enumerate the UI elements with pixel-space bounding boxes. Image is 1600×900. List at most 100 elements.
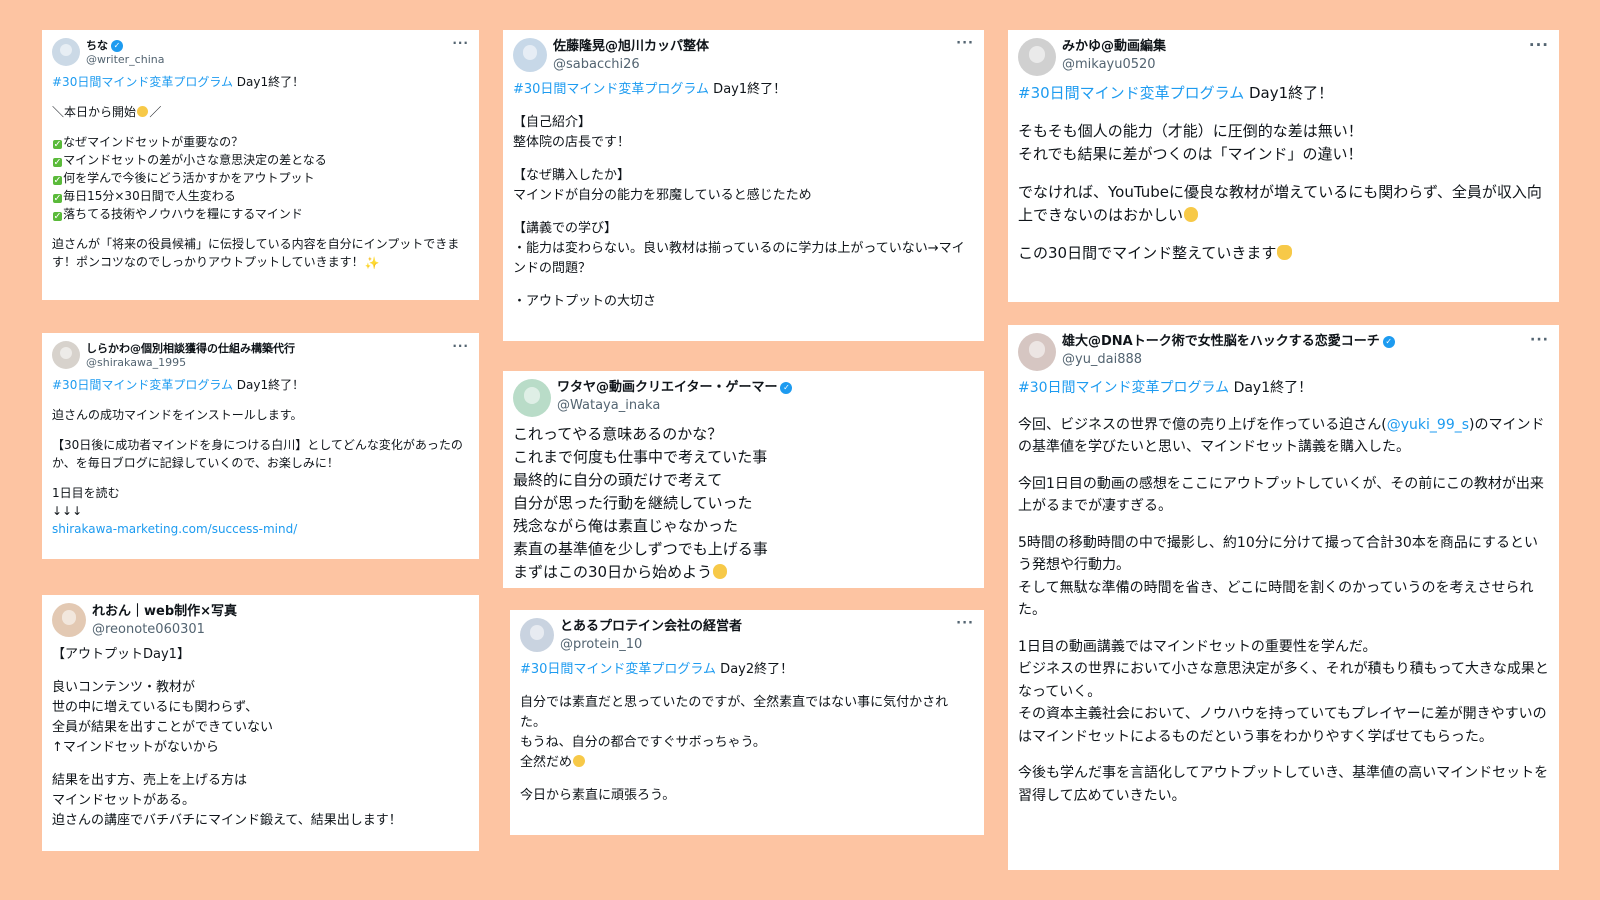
avatar[interactable]	[1018, 333, 1056, 371]
text-segment: 整体院の店長です！	[513, 135, 631, 150]
user-handle[interactable]: @reonote060301	[92, 621, 237, 639]
user-handle[interactable]: @shirakawa_1995	[86, 356, 295, 370]
more-options-icon[interactable]: ···	[452, 337, 469, 355]
user-names: とあるプロテイン会社の経営者 @protein_10	[560, 618, 742, 654]
user-handle[interactable]: @Wataya_inaka	[557, 397, 792, 415]
more-options-icon[interactable]: ···	[956, 34, 974, 54]
hashtag-link[interactable]: #30日間マインド変革プログラム	[1018, 380, 1229, 396]
tweet-line: ・能力は変わらない。良い教材は揃っているのに学力は上がっていない→マインドの問題…	[513, 239, 974, 279]
text-segment: 何を学んで今後にどう活かすかをアウトプット	[63, 171, 315, 185]
user-handle[interactable]: @writer_china	[86, 53, 164, 67]
display-name[interactable]: しらかわ@個別相談獲得の仕組み構築代行	[86, 341, 295, 356]
tweet-card[interactable]: 佐藤隆晃@旭川カッパ整体 @sabacchi26 ··· #30日間マインド変革プログ…	[503, 30, 984, 341]
avatar[interactable]	[513, 379, 551, 417]
tweet-line: 全員が結果を出すことができていない	[52, 718, 469, 738]
text-segment: ビジネスの世界において小さな意思決定が多く、それが積もり積もって大きな成果となっ…	[1018, 661, 1549, 700]
user-handle[interactable]: @sabacchi26	[553, 56, 709, 74]
tweet-text: #30日間マインド変革プログラム Day1終了！ そもそも個人の能力（才能）に圧倒…	[1018, 82, 1549, 265]
text-segment: ／	[149, 105, 162, 119]
text-segment: そもそも個人の能力（才能）に圧倒的な差は無い！	[1018, 122, 1363, 140]
text-segment: まずはこの30日から始めよう	[513, 563, 713, 581]
display-name[interactable]: とあるプロテイン会社の経営者	[560, 618, 742, 636]
display-name[interactable]: ちな ✓	[86, 38, 164, 53]
tweet-card[interactable]: れおん｜web制作×写真 @reonote060301 【アウトプットDay1】 良い…	[42, 595, 479, 851]
tweet-text: #30日間マインド変革プログラム Day1終了！ ＼本日から開始／ ✓ なぜマインドセ…	[52, 73, 469, 271]
text-link[interactable]: shirakawa-marketing.com/success-mind/	[52, 522, 297, 536]
display-name-text: みかゆ@動画編集	[1062, 39, 1167, 54]
face-emoji-icon	[713, 564, 728, 579]
user-handle[interactable]: @protein_10	[560, 636, 742, 654]
text-segment: なぜマインドセットが重要なの？	[63, 135, 244, 149]
text-segment: 今日から素直に頑張ろう。	[520, 788, 676, 803]
tweet-card[interactable]: しらかわ@個別相談獲得の仕組み構築代行 @shirakawa_1995 ··· #30…	[42, 333, 479, 559]
display-name[interactable]: 佐藤隆晃@旭川カッパ整体	[553, 38, 709, 56]
tweet-line: 【自己紹介】	[513, 113, 974, 133]
avatar[interactable]	[1018, 38, 1056, 76]
tweet-line: ✓ 何を学んで今後にどう活かすかをアウトプット	[52, 169, 469, 187]
text-segment: Day1終了！	[1229, 380, 1313, 396]
tweet-card[interactable]: 雄大@DNAトーク術で女性脳をハックする恋愛コーチ ✓ @yu_dai888 ··· #…	[1008, 325, 1559, 870]
display-name[interactable]: 雄大@DNAトーク術で女性脳をハックする恋愛コーチ ✓	[1062, 333, 1395, 351]
avatar[interactable]	[52, 341, 80, 369]
text-segment: 今回1日目の動画の感想をここにアウトプットしていくが、その前にこの教材が出来上が…	[1018, 475, 1544, 515]
avatar[interactable]	[520, 618, 554, 652]
user-names: みかゆ@動画編集 @mikayu0520	[1062, 38, 1166, 74]
check-emoji-icon: ✓	[53, 156, 63, 168]
text-segment: 迫さんが「将来の役員候補」に伝授している内容を自分にインプットできます！ポンコツ…	[52, 237, 460, 269]
user-handle[interactable]: @yu_dai888	[1062, 351, 1395, 369]
avatar[interactable]	[513, 38, 547, 72]
tweet-line: 結果を出す方、売上を上げる方は	[52, 771, 469, 791]
text-segment: 【自己紹介】	[513, 115, 592, 130]
hashtag-link[interactable]: #30日間マインド変革プログラム	[520, 662, 716, 677]
hashtag-link[interactable]: #30日間マインド変革プログラム	[52, 378, 233, 392]
tweet-line: これってやる意味あるのかな？	[513, 423, 974, 446]
hashtag-link[interactable]: #30日間マインド変革プログラム	[52, 75, 233, 89]
tweet-line: ＼本日から開始 ／	[52, 103, 469, 121]
user-names: ワタヤ@動画クリエイター・ゲーマー ✓ @Wataya_inaka	[557, 379, 793, 415]
text-segment: 迫さんの成功マインドをインストールします。	[52, 408, 303, 422]
tweet-header: ワタヤ@動画クリエイター・ゲーマー ✓ @Wataya_inaka	[513, 379, 974, 417]
tweet-line: まずはこの30日から始めよう	[513, 561, 974, 584]
text-segment: Day1終了！	[1244, 84, 1334, 102]
tweet-line: それでも結果に差がつくのは「マインド」の違い！	[1018, 143, 1549, 166]
more-options-icon[interactable]: ···	[1530, 329, 1549, 352]
more-options-icon[interactable]: ···	[452, 34, 469, 52]
hashtag-link[interactable]: #30日間マインド変革プログラム	[1018, 84, 1244, 102]
tweet-card[interactable]: みかゆ@動画編集 @mikayu0520 ··· #30日間マインド変革プログラム D…	[1008, 30, 1559, 302]
more-options-icon[interactable]: ···	[1529, 34, 1549, 57]
tweet-card[interactable]: とあるプロテイン会社の経営者 @protein_10 ··· #30日間マインド変革プ…	[510, 610, 984, 835]
check-emoji-icon: ✓	[53, 174, 63, 186]
text-segment: そして無駄な準備の時間を省き、どこに時間を割くのかっていうのを考えさせられた。	[1018, 579, 1534, 619]
display-name-text: とあるプロテイン会社の経営者	[560, 619, 743, 634]
tweet-card[interactable]: ワタヤ@動画クリエイター・ゲーマー ✓ @Wataya_inaka これってやる意味あ…	[503, 371, 984, 588]
display-name[interactable]: みかゆ@動画編集	[1062, 38, 1166, 56]
check-emoji-icon: ✓	[53, 210, 63, 222]
tweet-card[interactable]: ちな ✓ @writer_china ··· #30日間マインド変革プログラム Day1…	[42, 30, 479, 300]
avatar[interactable]	[52, 603, 86, 637]
tweet-line: ・アウトプットの大切さ	[513, 292, 974, 312]
tweet-line: #30日間マインド変革プログラム Day1終了！	[513, 80, 974, 100]
tweet-text: 【アウトプットDay1】 良いコンテンツ・教材が 世の中に増えているにも関わらず、全…	[52, 645, 469, 831]
hashtag-link[interactable]: #30日間マインド変革プログラム	[513, 82, 709, 97]
user-names: 雄大@DNAトーク術で女性脳をハックする恋愛コーチ ✓ @yu_dai888	[1062, 333, 1395, 369]
text-link[interactable]: @yuki_99_s	[1387, 417, 1469, 433]
face-emoji-icon	[1184, 207, 1199, 222]
more-options-icon[interactable]: ···	[956, 614, 974, 634]
text-segment: それでも結果に差がつくのは「マインド」の違い！	[1018, 145, 1363, 163]
avatar[interactable]	[52, 38, 80, 66]
display-name-text: 雄大@DNAトーク術で女性脳をハックする恋愛コーチ	[1062, 334, 1380, 349]
display-name[interactable]: れおん｜web制作×写真	[92, 603, 237, 621]
text-segment: その資本主義社会において、ノウハウを持っていてもプレイヤーに差が開きやすいのはマ…	[1018, 706, 1547, 745]
text-segment: 5時間の移動時間の中で撮影し、約10分に分けて撮って合計30本を商品にするという…	[1018, 534, 1538, 574]
user-handle[interactable]: @mikayu0520	[1062, 56, 1166, 74]
display-name-text: 佐藤隆晃@旭川カッパ整体	[553, 39, 710, 54]
display-name[interactable]: ワタヤ@動画クリエイター・ゲーマー ✓	[557, 379, 793, 397]
arm-emoji-icon	[1277, 245, 1292, 260]
tweet-line: 良いコンテンツ・教材が	[52, 678, 469, 698]
